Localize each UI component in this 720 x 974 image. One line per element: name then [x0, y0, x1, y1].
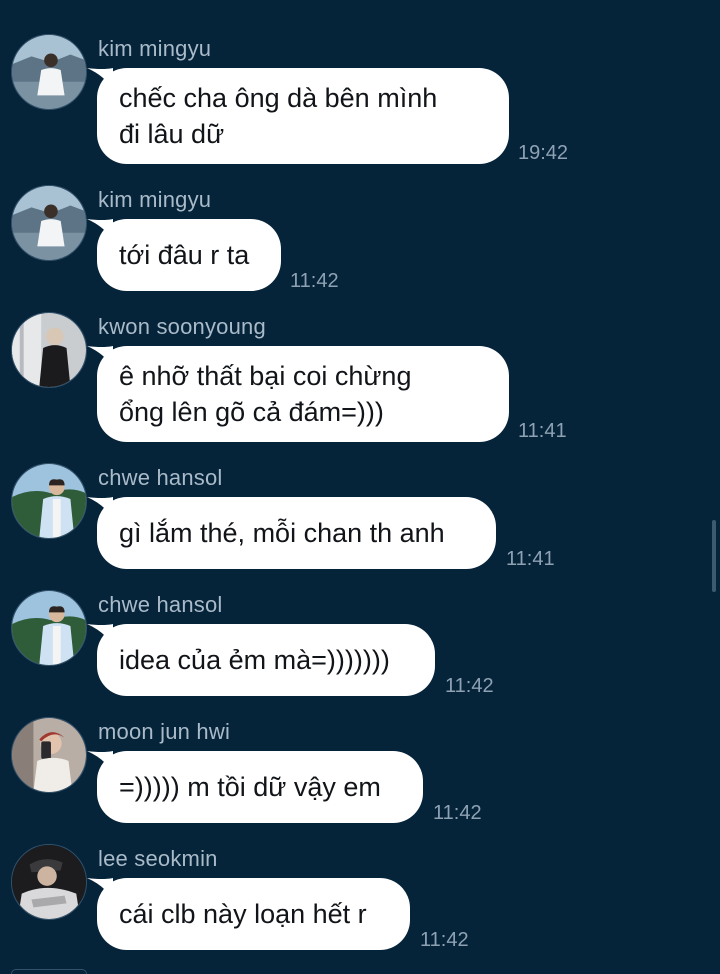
bubble-tail: [87, 497, 113, 519]
message-item: chwe hansol gì lắm thé, mỗi chan th anh …: [0, 463, 700, 573]
chat-message-list[interactable]: kim mingyu chếc cha ông dà bên mình đi l…: [0, 0, 720, 974]
scrollbar[interactable]: [712, 520, 716, 592]
message-item: kim mingyu chếc cha ông dà bên mình đi l…: [0, 34, 700, 166]
message-bubble[interactable]: =))))) m tồi dữ vậy em: [87, 751, 423, 823]
avatar-kwon-soonyoung[interactable]: [11, 312, 87, 388]
message-item: kim mingyu tới đâu r ta 11:42: [0, 185, 700, 295]
message-time: 11:41: [518, 420, 567, 442]
sender-name: chwe hansol: [98, 592, 223, 617]
message-text: ổng lên gõ cả đám=))): [119, 397, 384, 427]
bubble-tail: [87, 346, 113, 368]
message-bubble[interactable]: chếc cha ông dà bên mình đi lâu dữ: [87, 68, 509, 164]
bubble-tail: [87, 68, 113, 90]
message-bubble[interactable]: tới đâu r ta: [87, 219, 281, 291]
sender-name: chwe hansol: [98, 465, 223, 490]
bubble-tail: [87, 624, 113, 646]
message-text: =))))) m tồi dữ vậy em: [119, 772, 381, 802]
message-item: chwe hansol idea của ẻm mà=))))))) 11:42: [0, 590, 700, 700]
message-bubble[interactable]: idea của ẻm mà=))))))): [87, 624, 435, 696]
avatar-lee-seokmin[interactable]: [11, 844, 87, 920]
message-text: cái clb này loạn hết r: [119, 899, 367, 929]
avatar-moon-jun-hwi[interactable]: [11, 717, 87, 793]
avatar-kim-mingyu[interactable]: [11, 185, 87, 261]
avatar-kim-mingyu[interactable]: [11, 34, 87, 110]
sender-name: moon jun hwi: [98, 719, 231, 744]
message-time: 11:41: [506, 548, 555, 570]
message-text: tới đâu r ta: [119, 240, 250, 270]
message-time: 11:42: [445, 675, 494, 697]
message-time: 19:42: [518, 142, 569, 164]
sender-name: kwon soonyoung: [98, 314, 266, 339]
bubble-tail: [87, 878, 113, 900]
message-text: đi lâu dữ: [119, 119, 225, 149]
message-time: 11:42: [420, 929, 469, 951]
avatar-chwe-hansol[interactable]: [11, 463, 87, 539]
message-text: chếc cha ông dà bên mình: [119, 83, 438, 113]
message-item: moon jun hwi =))))) m tồi dữ vậy em 11:4…: [0, 717, 700, 827]
message-time: 11:42: [433, 802, 482, 824]
message-text: gì lắm thé, mỗi chan th anh: [119, 518, 445, 548]
message-item: kwon soonyoung ê nhỡ thất bại coi chừng …: [0, 312, 700, 447]
message-bubble[interactable]: gì lắm thé, mỗi chan th anh: [87, 497, 496, 569]
message-time: 11:42: [290, 270, 339, 292]
avatar-chwe-hansol[interactable]: [11, 590, 87, 666]
bubble-tail: [87, 751, 113, 773]
bubble-tail: [87, 219, 113, 241]
sender-name: lee seokmin: [98, 846, 218, 871]
message-bubble[interactable]: ê nhỡ thất bại coi chừng ổng lên gõ cả đ…: [87, 346, 509, 442]
avatar-next[interactable]: [11, 969, 87, 974]
message-text: ê nhỡ thất bại coi chừng: [119, 361, 412, 391]
message-text: idea của ẻm mà=))))))): [119, 645, 390, 675]
message-item: lee seokmin cái clb này loạn hết r 11:42: [0, 844, 700, 954]
sender-name: kim mingyu: [98, 36, 212, 61]
message-bubble[interactable]: cái clb này loạn hết r: [87, 878, 410, 950]
sender-name: kim mingyu: [98, 187, 212, 212]
